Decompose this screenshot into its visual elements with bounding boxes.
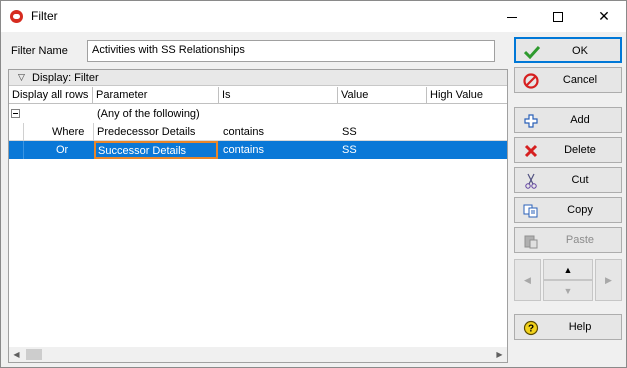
close-icon: ✕	[598, 8, 610, 24]
cancel-button-label: Cancel	[562, 74, 598, 86]
row-value[interactable]: SS	[339, 123, 360, 141]
help-button-label: Help	[568, 321, 592, 333]
row-parameter[interactable]: Predecessor Details	[94, 123, 198, 141]
filter-grid: ▽ Display: Filter Display all rows Param…	[8, 69, 508, 363]
move-left-button[interactable]: ◀	[514, 259, 541, 301]
maximize-icon	[553, 11, 563, 22]
scroll-left-icon[interactable]: ◀	[9, 347, 24, 362]
column-header-row: Display all rows Parameter Is Value High…	[9, 87, 507, 104]
help-button[interactable]: ? Help	[514, 314, 622, 340]
app-icon	[10, 10, 23, 23]
scroll-right-icon[interactable]: ▶	[492, 347, 507, 362]
delete-button-label: Delete	[564, 144, 596, 156]
column-header-display-all-rows[interactable]: Display all rows	[9, 87, 93, 104]
copy-button[interactable]: Copy	[514, 197, 622, 223]
group-header-label: Display: Filter	[32, 72, 99, 84]
row-conjunction: Where	[52, 126, 85, 138]
cut-button[interactable]: Cut	[514, 167, 622, 193]
filter-dialog: Filter ✕ Filter Name Activities with SS …	[0, 0, 627, 368]
move-down-button[interactable]: ▼	[543, 280, 593, 301]
group-header[interactable]: ▽ Display: Filter	[9, 70, 507, 86]
move-pad: ◀ ▲ ▼ ▶	[514, 259, 622, 301]
copy-icon	[523, 203, 539, 219]
horizontal-scrollbar[interactable]: ◀ ▶	[9, 347, 507, 362]
row-is[interactable]: contains	[220, 123, 267, 141]
row-high-value[interactable]	[428, 141, 434, 159]
help-icon: ?	[523, 320, 539, 336]
add-button[interactable]: Add	[514, 107, 622, 133]
table-row[interactable]: Where Predecessor Details contains SS	[9, 123, 507, 141]
column-header-value[interactable]: Value	[338, 87, 427, 104]
column-header-high-value[interactable]: High Value	[427, 87, 507, 104]
paste-icon	[523, 233, 539, 249]
paste-button[interactable]: Paste	[514, 227, 622, 253]
close-button[interactable]: ✕	[581, 1, 627, 32]
arrow-down-icon: ▼	[563, 285, 573, 296]
add-button-label: Add	[570, 114, 590, 126]
arrow-right-icon: ▶	[605, 274, 612, 285]
row-high-value[interactable]	[428, 123, 434, 141]
move-up-button[interactable]: ▲	[543, 259, 593, 280]
ok-button-label: OK	[572, 45, 588, 57]
minimize-icon	[507, 17, 517, 18]
minimize-button[interactable]	[489, 1, 535, 32]
group-row[interactable]: (Any of the following)	[9, 105, 507, 123]
maximize-button[interactable]	[535, 1, 581, 32]
scissors-icon	[523, 173, 539, 189]
cancel-button[interactable]: Cancel	[514, 67, 622, 93]
row-parameter-focused[interactable]: Successor Details	[94, 141, 218, 159]
checkmark-icon	[524, 44, 540, 60]
copy-button-label: Copy	[567, 204, 593, 216]
arrow-left-icon: ◀	[524, 274, 531, 285]
chevron-down-icon: ▽	[18, 72, 25, 82]
cut-button-label: Cut	[571, 174, 589, 186]
svg-text:?: ?	[528, 324, 534, 335]
column-header-parameter[interactable]: Parameter	[93, 87, 219, 104]
move-right-button[interactable]: ▶	[595, 259, 622, 301]
paste-button-label: Paste	[565, 234, 595, 246]
column-header-is[interactable]: Is	[219, 87, 338, 104]
title-bar: Filter ✕	[1, 1, 626, 32]
row-value[interactable]: SS	[339, 141, 360, 159]
collapse-icon[interactable]	[11, 109, 20, 118]
filter-name-label: Filter Name	[11, 45, 68, 57]
scrollbar-thumb[interactable]	[26, 349, 42, 360]
row-conjunction: Or	[56, 144, 69, 156]
plus-icon	[523, 113, 539, 129]
arrow-up-icon: ▲	[563, 264, 573, 275]
filter-name-input[interactable]: Activities with SS Relationships	[87, 40, 495, 62]
table-row-selected[interactable]: Or Successor Details contains SS	[9, 141, 507, 159]
window-title: Filter	[31, 9, 58, 23]
delete-button[interactable]: Delete	[514, 137, 622, 163]
row-is[interactable]: contains	[220, 141, 267, 159]
cancel-icon	[523, 73, 539, 89]
group-row-text: (Any of the following)	[97, 108, 200, 120]
delete-x-icon	[523, 143, 539, 159]
ok-button[interactable]: OK	[514, 37, 622, 63]
